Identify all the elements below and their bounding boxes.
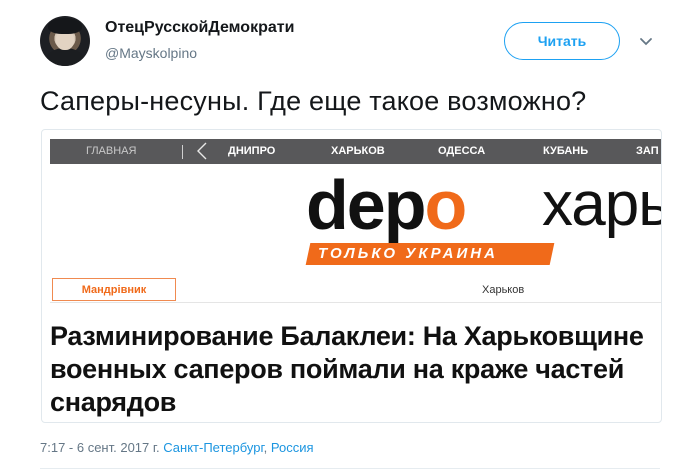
tweet-header: ОтецРусскойДемократи @Mayskolpino Читать bbox=[0, 0, 698, 80]
timestamp-text[interactable]: 7:17 - 6 сент. 2017 г. bbox=[40, 440, 160, 455]
article-headline: Разминирование Балаклеи: На Харьковщине … bbox=[50, 321, 644, 417]
nav-divider bbox=[182, 145, 183, 159]
divider bbox=[40, 468, 660, 469]
nav-item-zap: ЗАП bbox=[636, 145, 659, 157]
nav-item-kuban: КУБАНЬ bbox=[543, 145, 589, 157]
logo-city: харь bbox=[542, 170, 662, 239]
author-display-name[interactable]: ОтецРусскойДемократи bbox=[105, 19, 294, 37]
location-separator: , bbox=[263, 440, 271, 455]
media-card[interactable]: ГЛАВНАЯ ДНИПРО ХАРЬКОВ ОДЕССА КУБАНЬ ЗАП… bbox=[41, 129, 662, 423]
divider bbox=[50, 302, 661, 303]
follow-button[interactable]: Читать bbox=[504, 22, 620, 60]
nav-item-dnipro: ДНИПРО bbox=[228, 145, 276, 157]
category-badge: Мандрівник bbox=[52, 278, 176, 301]
region-label: Харьков bbox=[482, 284, 525, 296]
nav-item-kharkiv: ХАРЬКОВ bbox=[331, 145, 385, 157]
depo-logo: depo bbox=[306, 170, 467, 240]
logo-tagline: ТОЛЬКО УКРАИНА bbox=[318, 245, 498, 262]
avatar[interactable] bbox=[40, 16, 90, 66]
depo-logo-text: dep bbox=[306, 166, 426, 244]
nav-item-odesa: ОДЕССА bbox=[438, 145, 486, 157]
chevron-left-icon bbox=[197, 142, 207, 160]
tweet-timestamp: 7:17 - 6 сент. 2017 г. Санкт-Петербург, … bbox=[40, 440, 314, 455]
location-country-link[interactable]: Россия bbox=[271, 440, 314, 455]
depo-logo-o: o bbox=[424, 166, 467, 244]
tweet-text: Саперы-несуны. Где еще такое возможно? bbox=[40, 86, 587, 116]
nav-item-home: ГЛАВНАЯ bbox=[86, 145, 137, 157]
author-handle[interactable]: @Mayskolpino bbox=[105, 45, 197, 61]
site-navbar: ГЛАВНАЯ ДНИПРО ХАРЬКОВ ОДЕССА КУБАНЬ ЗАП bbox=[50, 139, 661, 164]
location-city-link[interactable]: Санкт-Петербург bbox=[163, 440, 263, 455]
chevron-down-icon[interactable] bbox=[638, 34, 654, 50]
